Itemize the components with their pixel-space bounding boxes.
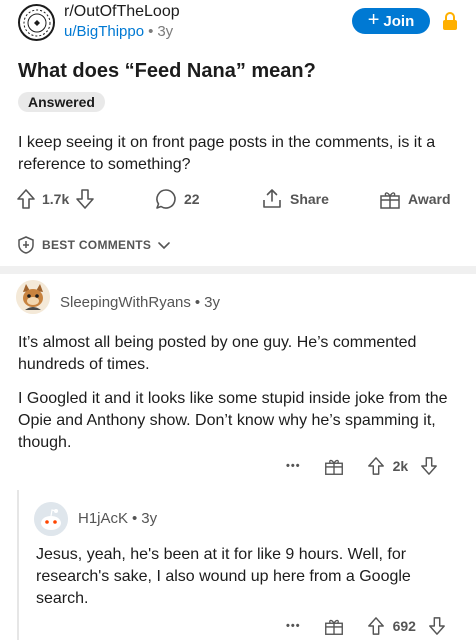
comment-age: 3y bbox=[204, 294, 221, 311]
downvote-icon[interactable] bbox=[420, 456, 438, 476]
comment-actions: ••• 692 bbox=[286, 614, 446, 638]
post-age: 3y bbox=[157, 23, 174, 40]
upvote-icon[interactable] bbox=[16, 188, 36, 210]
post-author[interactable]: u/BigThippo bbox=[64, 23, 144, 40]
comment-vote-count: 692 bbox=[392, 618, 416, 634]
comment-paragraph: I Googled it and it looks like some stup… bbox=[18, 390, 448, 451]
comment-age: 3y bbox=[141, 510, 158, 527]
meta-separator: • bbox=[194, 294, 201, 311]
join-button[interactable]: + Join bbox=[352, 8, 430, 34]
award-button[interactable]: Award bbox=[378, 184, 451, 214]
shield-icon bbox=[18, 236, 34, 254]
post-vote-count: 1.7k bbox=[42, 191, 70, 207]
upvote-icon[interactable] bbox=[367, 456, 385, 476]
join-label: Join bbox=[383, 12, 415, 30]
post-meta: u/BigThippo • 3y bbox=[64, 23, 173, 40]
sort-label: BEST COMMENTS bbox=[42, 238, 152, 252]
lock-icon bbox=[442, 11, 458, 36]
post-flair: Answered bbox=[18, 92, 105, 112]
comment-author-line: SleepingWithRyans • 3y bbox=[60, 294, 220, 311]
meta-separator: • bbox=[132, 510, 138, 527]
post-header: r/OutOfTheLoop u/BigThippo • 3y + Join bbox=[0, 0, 476, 46]
post-actions: 1.7k 22 Share Award bbox=[0, 184, 476, 214]
award-icon[interactable] bbox=[323, 615, 345, 637]
upvote-icon[interactable] bbox=[367, 616, 385, 636]
award-icon bbox=[380, 192, 400, 209]
more-icon[interactable]: ••• bbox=[286, 620, 301, 632]
thread-line[interactable] bbox=[17, 490, 19, 640]
comment-body: It’s almost all being posted by one guy.… bbox=[18, 332, 462, 466]
avatar-icon[interactable] bbox=[16, 280, 50, 314]
award-icon[interactable] bbox=[323, 455, 345, 477]
subreddit-avatar-icon[interactable] bbox=[18, 4, 55, 41]
post-title: What does “Feed Nana” mean? bbox=[18, 60, 316, 82]
post-body: I keep seeing it on front page posts in … bbox=[18, 134, 436, 173]
comment-author-line: H1jAcK • 3y bbox=[78, 510, 157, 527]
comment-sort[interactable]: BEST COMMENTS bbox=[16, 234, 171, 256]
award-label: Award bbox=[408, 191, 451, 207]
subreddit-name[interactable]: r/OutOfTheLoop bbox=[64, 3, 180, 21]
comment-vote-count: 2k bbox=[392, 458, 409, 474]
downvote-icon[interactable] bbox=[75, 188, 95, 210]
comments-button[interactable]: 22 bbox=[154, 184, 200, 214]
comment-actions: ••• 2k bbox=[286, 454, 438, 478]
comment-paragraph: Jesus, yeah, he's been at it for like 9 … bbox=[36, 546, 411, 607]
share-label: Share bbox=[290, 191, 329, 207]
share-icon bbox=[263, 189, 281, 208]
chevron-down-icon bbox=[158, 242, 171, 250]
vote-group: 1.7k bbox=[16, 184, 95, 214]
meta-separator: • bbox=[148, 23, 154, 40]
comment-author[interactable]: SleepingWithRyans bbox=[60, 294, 191, 311]
avatar-icon[interactable] bbox=[34, 502, 68, 536]
section-divider bbox=[0, 266, 476, 274]
comment-body: Jesus, yeah, he's been at it for like 9 … bbox=[36, 544, 462, 622]
share-button[interactable]: Share bbox=[260, 184, 329, 214]
plus-icon: + bbox=[367, 9, 380, 31]
comment-icon bbox=[156, 189, 176, 209]
comment-author[interactable]: H1jAcK bbox=[78, 510, 128, 527]
more-icon[interactable]: ••• bbox=[286, 460, 301, 472]
comment-count: 22 bbox=[184, 191, 200, 207]
comment-paragraph: It’s almost all being posted by one guy.… bbox=[18, 334, 417, 373]
downvote-icon[interactable] bbox=[428, 616, 446, 636]
